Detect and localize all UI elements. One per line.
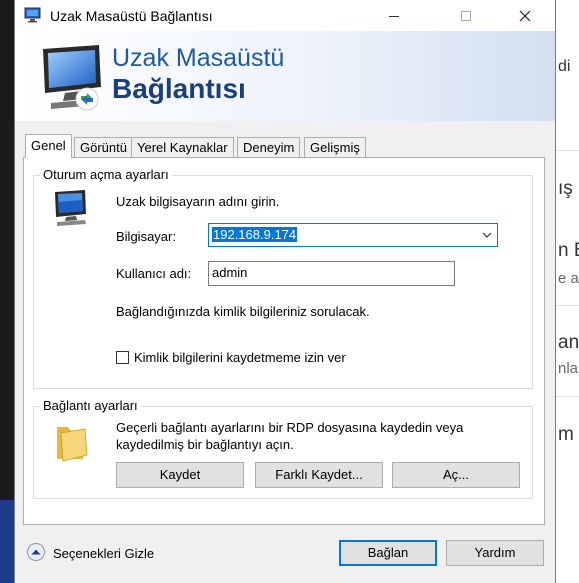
- tab-local-resources[interactable]: Yerel Kaynaklar: [131, 137, 234, 157]
- logon-group-title: Oturum açma ayarları: [40, 167, 172, 182]
- user-name-input[interactable]: admin: [208, 261, 455, 286]
- save-credentials-label[interactable]: Kimlik bilgilerini kaydetmeme izin ver: [134, 350, 346, 365]
- maximize-icon: [461, 10, 471, 21]
- remote-monitor-icon: [43, 45, 101, 111]
- bg-text: di: [558, 58, 571, 75]
- folder-icon: [57, 427, 88, 462]
- bg-text: e ac: [558, 270, 579, 287]
- bg-text: n B: [558, 240, 579, 261]
- help-button[interactable]: Yardım: [446, 540, 544, 566]
- hide-options-link[interactable]: Seçenekleri Gizle: [53, 546, 154, 561]
- bg-text: anu: [558, 332, 579, 353]
- rdp-dialog: Uzak Masaüstü Bağlantısı Uzak Masaüstü B…: [14, 0, 556, 583]
- header-banner: Uzak Masaüstü Bağlantısı: [15, 31, 555, 121]
- connect-button[interactable]: Bağlan: [339, 540, 437, 566]
- credentials-note: Bağlandığınızda kimlik bilgileriniz soru…: [116, 304, 370, 319]
- bg-text: ış: [558, 178, 573, 199]
- minimize-icon: [389, 15, 399, 17]
- remote-desktop-app-icon: [24, 7, 41, 23]
- tab-experience[interactable]: Deneyim: [237, 137, 301, 157]
- computer-icon: [55, 190, 86, 226]
- save-button[interactable]: Kaydet: [116, 462, 244, 488]
- desktop-taskbar-edge: [0, 500, 14, 583]
- minimize-button[interactable]: [371, 0, 417, 31]
- bg-text: m: [558, 424, 574, 445]
- banner-line1: Uzak Masaüstü: [112, 44, 285, 72]
- bg-text: nla: [558, 360, 579, 377]
- background-window: di ış n B e ac anu nla m: [556, 0, 579, 583]
- window-title: Uzak Masaüstü Bağlantısı: [50, 8, 213, 24]
- maximize-button[interactable]: [443, 0, 489, 31]
- chevron-up-circle-icon[interactable]: [26, 542, 46, 562]
- connection-desc-line2: kaydedilmiş bir bağlantıyı açın.: [116, 437, 294, 452]
- computer-label: Bilgisayar:: [116, 229, 176, 244]
- connection-settings-group: Bağlantı ayarları Geçerli bağlantı ayarl…: [33, 398, 533, 499]
- desktop-background: [0, 0, 14, 583]
- chevron-down-icon[interactable]: [482, 230, 492, 240]
- logon-settings-group: Oturum açma ayarları Uzak bilgisayarın a…: [33, 167, 533, 389]
- title-bar[interactable]: Uzak Masaüstü Bağlantısı: [15, 0, 555, 31]
- connection-group-title: Bağlantı ayarları: [40, 398, 141, 413]
- tab-panel-general: Oturum açma ayarları Uzak bilgisayarın a…: [23, 157, 545, 525]
- tab-advanced[interactable]: Gelişmiş: [304, 137, 366, 157]
- save-credentials-checkbox[interactable]: [116, 351, 129, 364]
- banner-line2: Bağlantısı: [112, 73, 246, 104]
- computer-combobox[interactable]: 192.168.9.174: [208, 223, 498, 247]
- close-icon: [519, 10, 531, 21]
- tab-display[interactable]: Görüntü: [74, 137, 133, 157]
- save-as-button[interactable]: Farklı Kaydet...: [255, 462, 383, 488]
- open-button[interactable]: Aç...: [392, 462, 520, 488]
- connection-desc-line1: Geçerli bağlantı ayarlarını bir RDP dosy…: [116, 420, 464, 435]
- tab-general[interactable]: Genel: [25, 134, 72, 158]
- computer-value: 192.168.9.174: [212, 227, 298, 242]
- user-label: Kullanıcı adı:: [116, 266, 192, 281]
- logon-instruction: Uzak bilgisayarın adını girin.: [116, 194, 280, 209]
- close-button[interactable]: [502, 0, 548, 31]
